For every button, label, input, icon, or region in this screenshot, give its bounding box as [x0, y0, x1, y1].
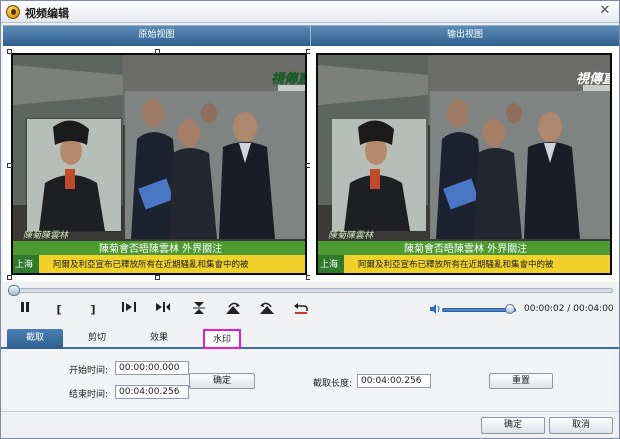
mark-out-button[interactable]: ] — [83, 301, 103, 319]
ticker-text: 阿爾及利亞宣布已釋放所有在近期騷亂和集會中的被 — [53, 259, 249, 270]
playback-controls: [ ] 00:00:02 / 00:04:00 — [1, 299, 619, 321]
output-view-pane: 視傳直播 陳菊會否晤陳雲林 外界關注 陳菊陳雲林 上海 阿爾及利亞宣布已釋放所有… — [310, 46, 619, 282]
video-scene: 視傳直播 陳菊會否晤陳雲林 外界關注 陳菊陳雲林 上海 阿爾及利亞宣布已釋放所有… — [318, 55, 610, 273]
end-time-input[interactable]: 00:04:00.256 — [115, 385, 189, 399]
tab-cut[interactable]: 剪切 — [69, 329, 125, 349]
reset-button[interactable]: 重置 — [489, 373, 553, 389]
tab-effects[interactable]: 效果 — [131, 329, 187, 349]
tab-watermark[interactable]: 水印 — [203, 329, 241, 349]
headline-text: 陳菊會否晤陳雲林 外界關注 — [99, 242, 222, 255]
crop-handle[interactable] — [155, 49, 160, 54]
trim-length-label: 截取长度: — [313, 379, 353, 389]
ticker-city: 上海 — [15, 258, 33, 270]
ticker-city: 上海 — [320, 258, 338, 270]
original-view-header: 原始视图 — [3, 25, 310, 46]
time-current: 00:00:02 — [524, 304, 565, 314]
cancel-button[interactable]: 取消 — [549, 417, 613, 434]
time-display: 00:00:02 / 00:04:00 — [524, 304, 614, 314]
headline-text: 陳菊會否晤陳雲林 外界關注 — [404, 242, 527, 255]
corner-logo: 陳菊陳雲林 — [23, 230, 69, 241]
crop-handle[interactable] — [7, 49, 12, 54]
time-total: 00:04:00 — [573, 304, 614, 314]
title-bar: 视频编辑 ✕ — [1, 1, 619, 23]
edit-tabs: 截取 剪切 效果 水印 — [1, 327, 619, 349]
ok-button[interactable]: 确定 — [481, 417, 545, 434]
original-view-pane: 視傳直播 陳菊會否晤陳雲林 外界關注 陳菊陳雲林 上海 阿爾及利亞宣布已釋放所有… — [3, 46, 311, 282]
rotate-right-icon[interactable] — [223, 301, 243, 319]
close-icon[interactable]: ✕ — [598, 4, 612, 18]
progress-track[interactable] — [9, 288, 613, 293]
mark-in-button[interactable]: [ — [49, 301, 69, 319]
dialog-footer: 确定 取消 — [1, 411, 619, 438]
rotate-left-icon[interactable] — [257, 301, 277, 319]
video-scene: 視傳直播 陳菊會否晤陳雲林 外界關注 陳菊陳雲林 上海 阿爾及利亞宣布已釋放所有… — [13, 55, 305, 273]
corner-logo: 陳菊陳雲林 — [328, 230, 374, 241]
window-title: 视频编辑 — [25, 7, 69, 20]
volume-icon[interactable] — [429, 303, 441, 315]
start-time-input[interactable]: 00:00:00.000 — [115, 361, 189, 375]
undo-icon[interactable] — [291, 301, 311, 319]
volume-knob[interactable] — [505, 304, 516, 314]
play-segment-icon[interactable] — [119, 301, 139, 319]
output-view-header: 输出视图 — [310, 25, 619, 46]
video-edit-window: 视频编辑 ✕ 原始视图 输出视图 視傳 陳菊會否晤陳雲林 外界關注 陳菊陳雲林 … — [0, 0, 620, 439]
start-time-label: 开始时间: — [69, 366, 109, 376]
progress-knob[interactable] — [7, 285, 20, 296]
ticker-text: 阿爾及利亞宣布已釋放所有在近期騷亂和集會中的被 — [358, 259, 554, 270]
crop-handle[interactable] — [7, 275, 12, 280]
original-video-frame[interactable]: 視傳直播 陳菊會否晤陳雲林 外界關注 陳菊陳雲林 上海 阿爾及利亞宣布已釋放所有… — [11, 53, 307, 275]
flip-vertical-icon[interactable] — [189, 301, 209, 319]
crop-handle[interactable] — [7, 163, 12, 168]
app-logo-icon — [6, 5, 20, 19]
channel-logo: 視傳直播 — [271, 71, 305, 87]
skip-icon[interactable] — [153, 301, 173, 319]
channel-logo: 視傳直播 — [576, 71, 610, 87]
trim-length-input[interactable]: 00:04:00.256 — [357, 374, 431, 388]
confirm-trim-button[interactable]: 确定 — [189, 373, 255, 389]
pause-icon[interactable] — [15, 301, 35, 319]
output-video-frame: 視傳直播 陳菊會否晤陳雲林 外界關注 陳菊陳雲林 上海 阿爾及利亞宣布已釋放所有… — [316, 53, 612, 275]
end-time-label: 结束时间: — [69, 390, 109, 400]
tab-trim[interactable]: 截取 — [7, 329, 63, 349]
time-separator: / — [567, 304, 571, 314]
trim-panel: 开始时间: 00:00:00.000 结束时间: 00:04:00.256 确定… — [7, 351, 613, 409]
crop-handle[interactable] — [155, 275, 160, 280]
